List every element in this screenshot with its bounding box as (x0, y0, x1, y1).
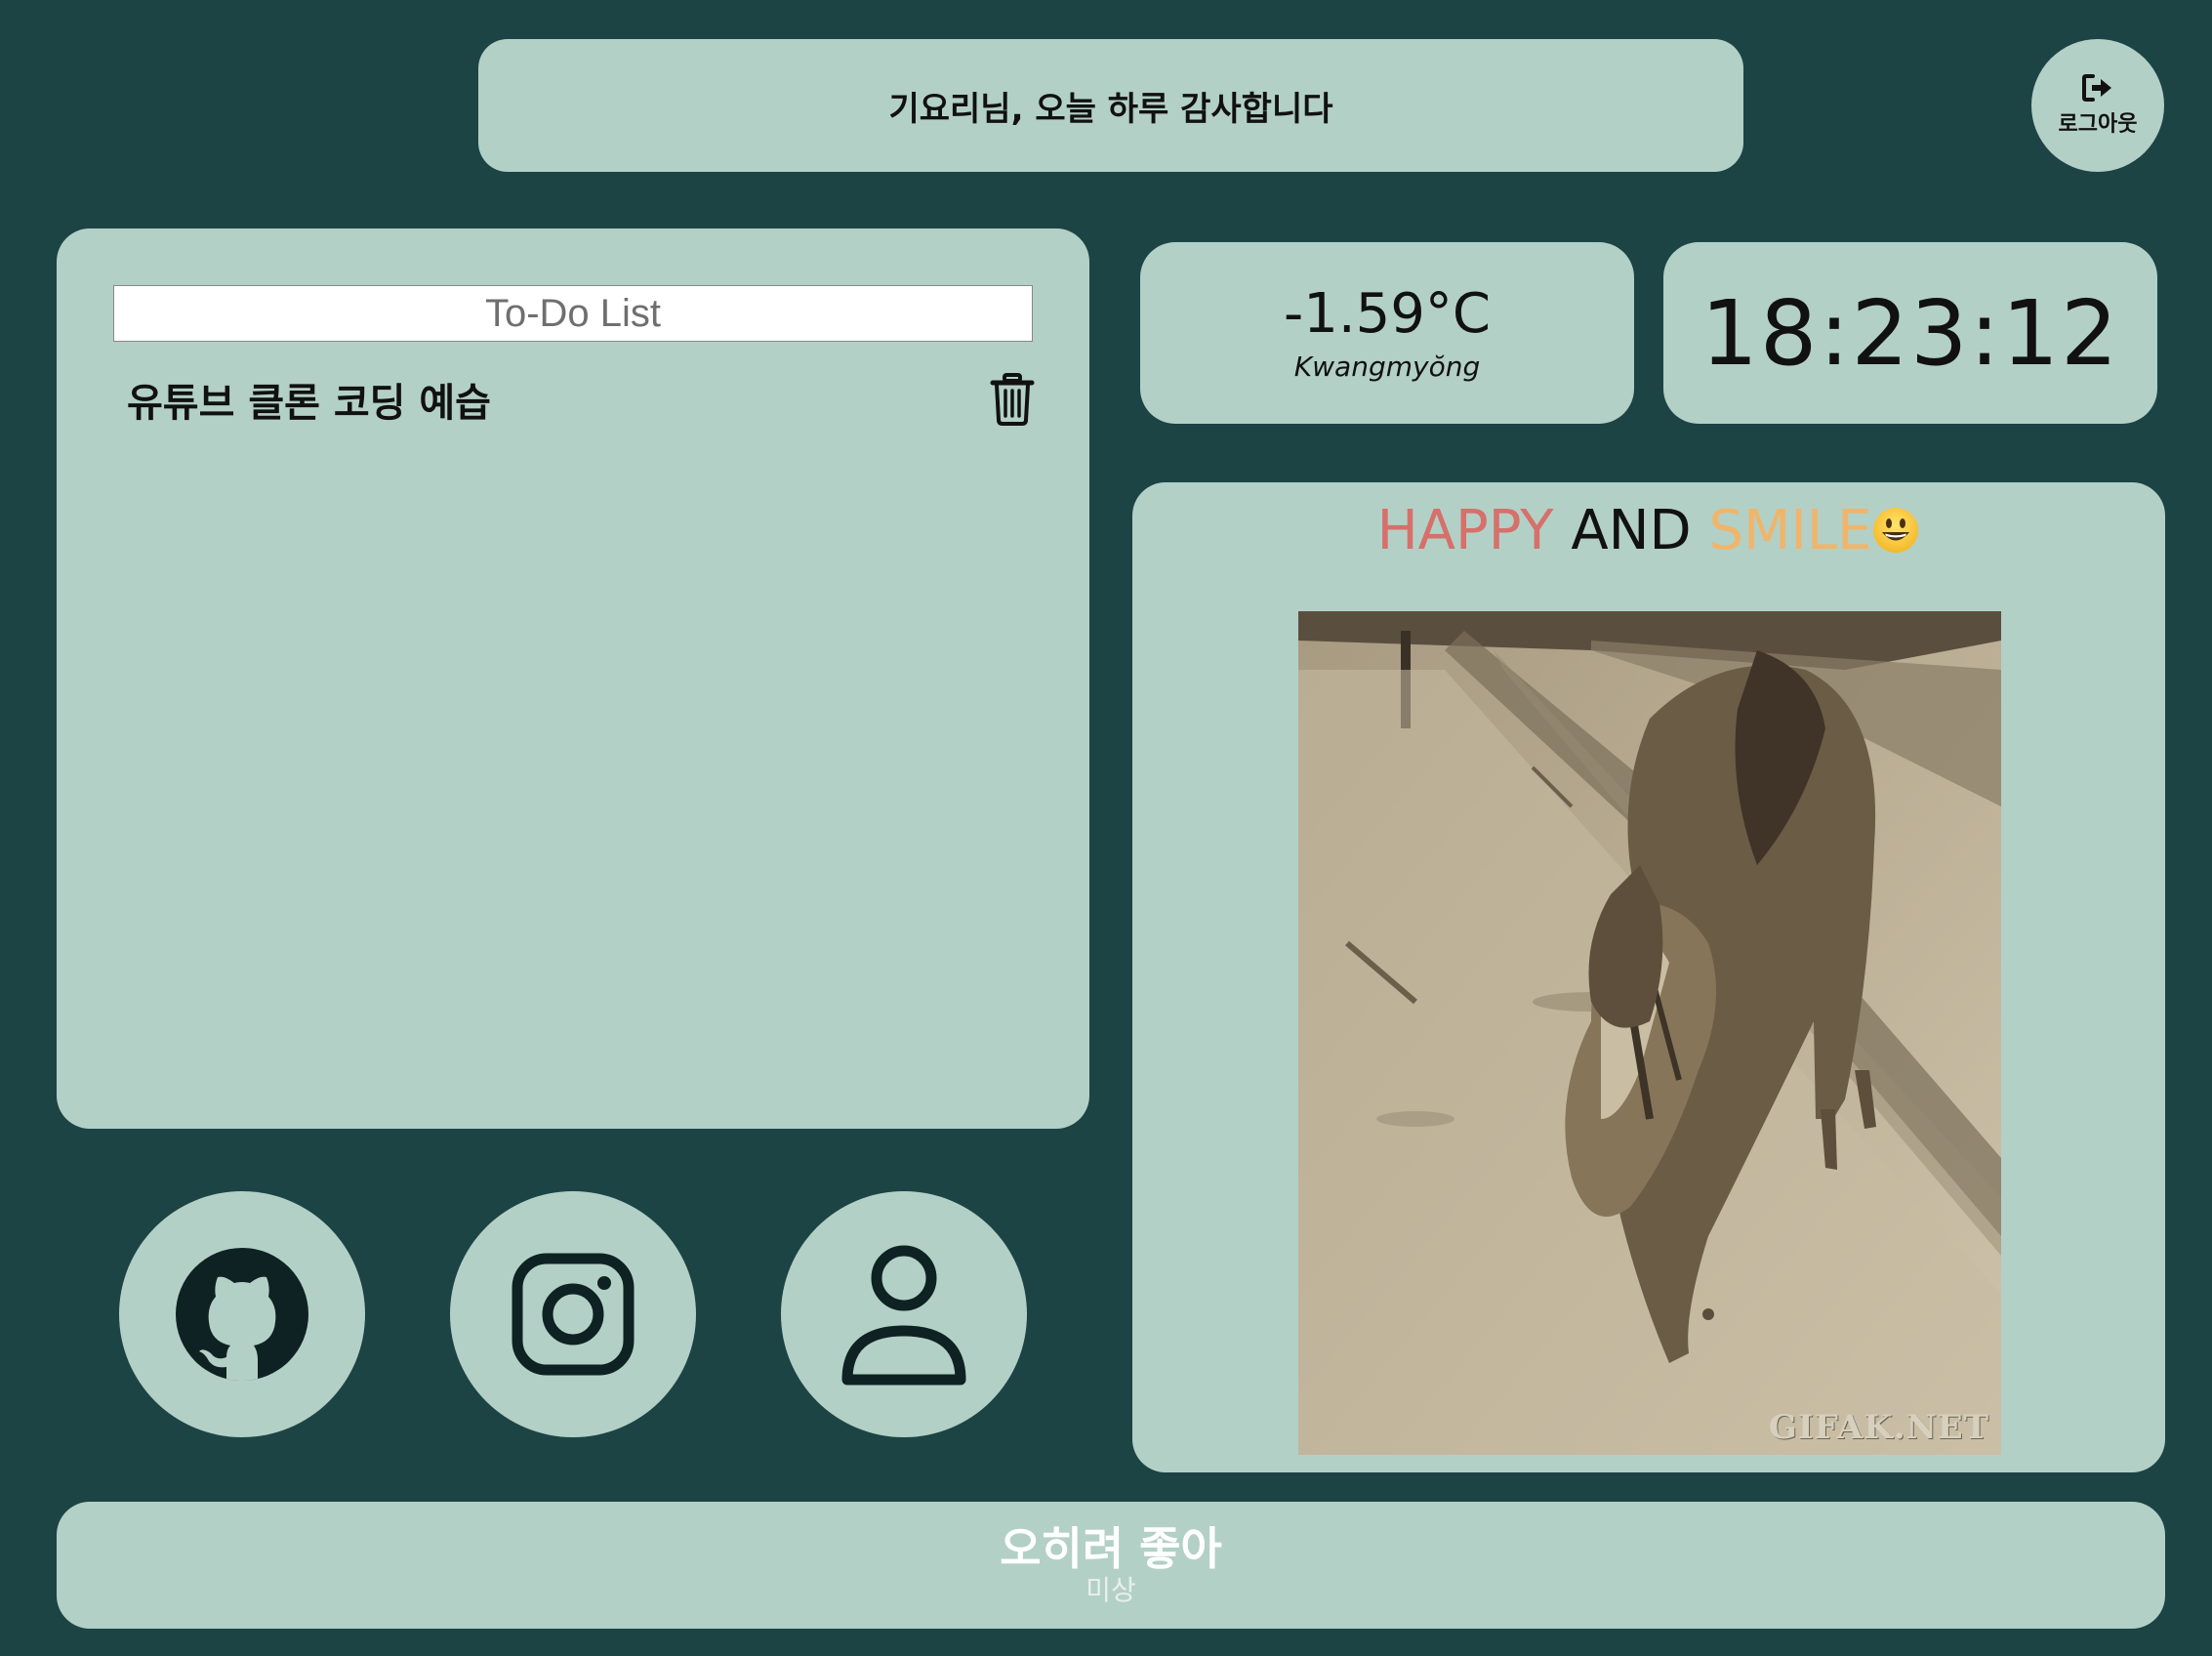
todo-panel: 유튜브 클론 코딩 예습 (57, 228, 1089, 1129)
weather-widget: -1.59°C Kwangmyŏng (1140, 242, 1634, 424)
greeting-banner: 기요리님, 오늘 하루 감사합니다 (478, 39, 1743, 172)
github-icon (176, 1248, 308, 1381)
and-word: AND (1571, 499, 1692, 562)
grinning-face-emoji-icon (1873, 508, 1919, 553)
happy-panel: HAPPY AND SMILE GIFAK.NET (1132, 482, 2165, 1472)
cat-gif: GIFAK.NET (1298, 611, 2001, 1455)
clock-time: 18:23:12 (1700, 280, 2120, 386)
weather-location: Kwangmyŏng (1293, 350, 1481, 383)
todo-input[interactable] (113, 285, 1033, 342)
todo-item-text: 유튜브 클론 코딩 예습 (127, 381, 491, 426)
happy-word: HAPPY (1376, 499, 1554, 562)
sign-out-icon (2082, 74, 2111, 102)
clock-widget: 18:23:12 (1663, 242, 2157, 424)
instagram-button[interactable] (450, 1191, 696, 1437)
logout-button[interactable]: 로그아웃 (2031, 39, 2164, 172)
todo-item: 유튜브 클론 코딩 예습 (127, 365, 1035, 434)
trash-icon[interactable] (990, 373, 1035, 426)
instagram-icon (512, 1253, 635, 1376)
song-artist: 미상 (1086, 1574, 1136, 1606)
profile-button[interactable] (781, 1191, 1027, 1437)
user-icon (841, 1245, 966, 1386)
smile-word: SMILE (1708, 499, 1872, 562)
greeting-text: 기요리님, 오늘 하루 감사합니다 (888, 89, 1333, 129)
song-title: 오히려 좋아 (1000, 1522, 1222, 1575)
happy-title: HAPPY AND SMILE (1132, 504, 2165, 559)
gif-watermark: GIFAK.NET (1768, 1408, 1989, 1447)
github-button[interactable] (119, 1191, 365, 1437)
cat-gif-image (1298, 611, 2001, 1455)
temperature: -1.59°C (1284, 281, 1491, 346)
logout-label: 로그아웃 (2058, 112, 2138, 137)
song-banner: 오히려 좋아 미상 (57, 1502, 2165, 1629)
